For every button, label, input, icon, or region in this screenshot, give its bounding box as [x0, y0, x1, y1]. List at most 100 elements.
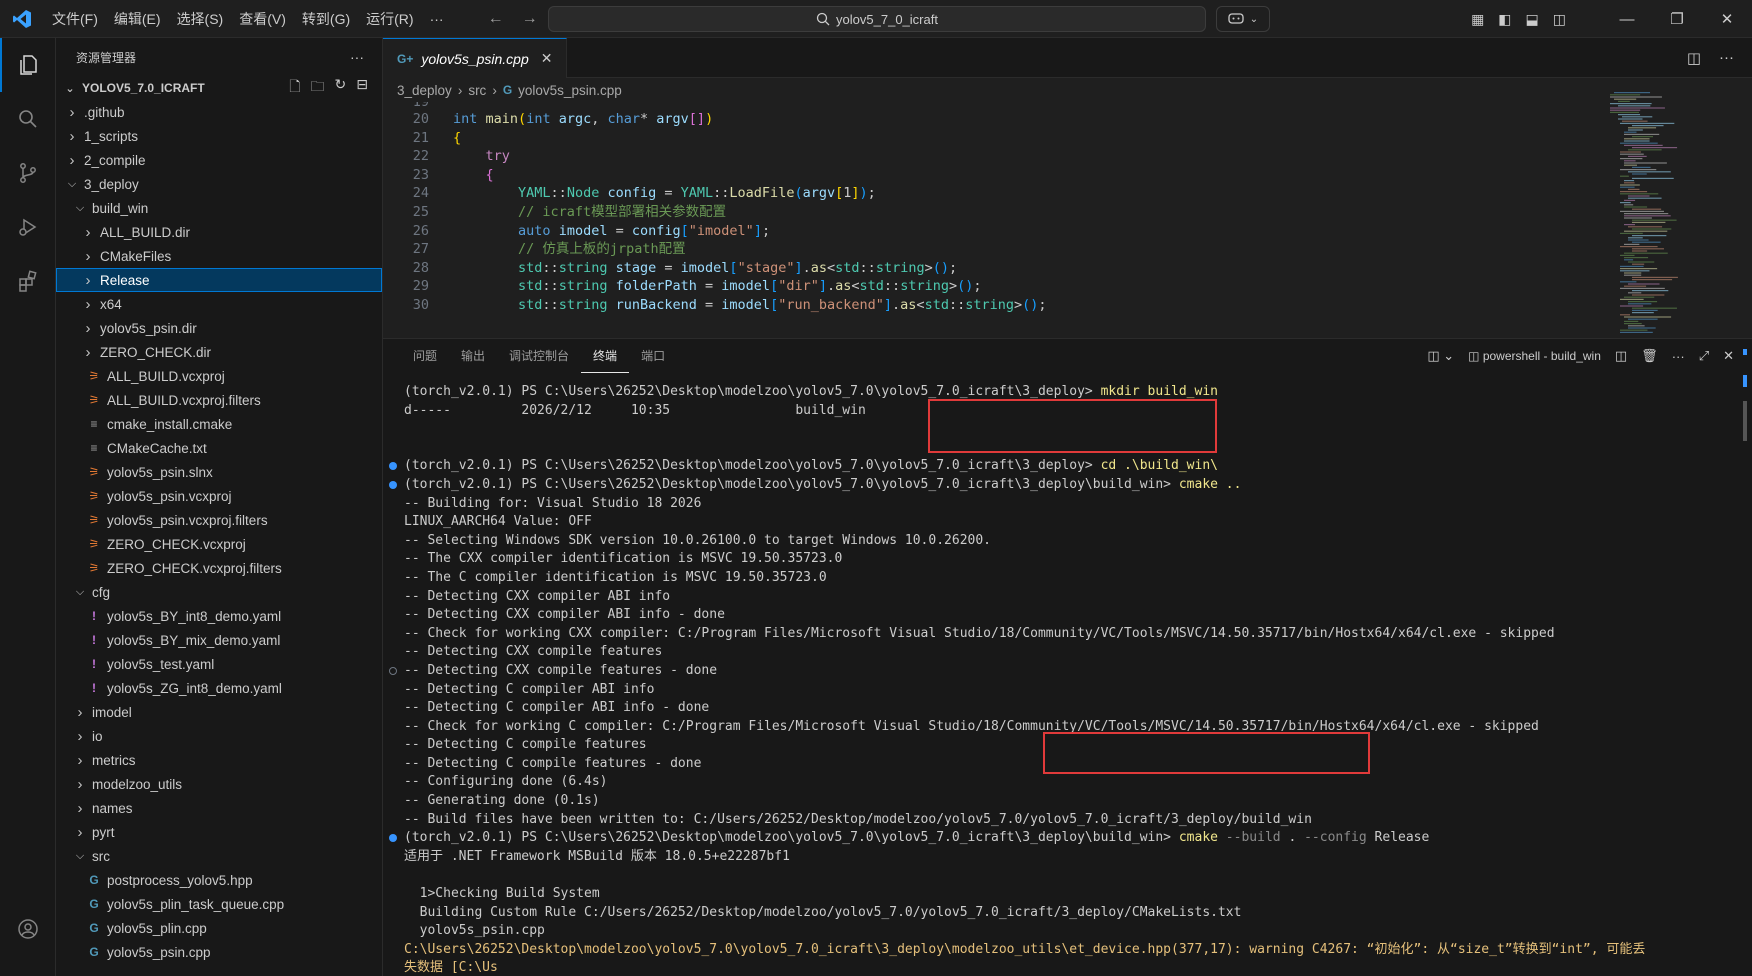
refresh-icon[interactable]: ↻ [335, 76, 347, 100]
tree-folder[interactable]: › ZERO_CHECK.dir [56, 340, 382, 364]
breadcrumb-item[interactable]: 3_deploy [397, 83, 452, 98]
menu-item[interactable]: 查看(V) [231, 7, 294, 31]
panel-tab[interactable]: 端口 [629, 339, 677, 373]
tree-folder[interactable]: › yolov5s_psin.dir [56, 316, 382, 340]
menu-item[interactable]: 运行(R) [358, 7, 421, 31]
editor-tab-active[interactable]: G+ yolov5s_psin.cpp ✕ [383, 38, 568, 78]
tree-folder[interactable]: › ALL_BUILD.dir [56, 220, 382, 244]
tree-folder[interactable]: › Release [56, 268, 382, 292]
command-success-icon[interactable] [389, 834, 397, 843]
tree-file[interactable]: Gyolov5s_psin.cpp [56, 940, 382, 964]
code-view[interactable]: 19 20 int main(int argc, char* argv[]) 21… [383, 102, 1598, 338]
tree-folder[interactable]: › CMakeFiles [56, 244, 382, 268]
minimap-line [1628, 197, 1662, 199]
close-icon[interactable]: ✕ [541, 50, 553, 67]
workspace-section-header[interactable]: ⌄ YOLOV5_7.0_ICRAFT 🗋 🗀 ↻ ⊟ [56, 76, 382, 100]
kill-terminal-icon[interactable]: 🗑 [1641, 348, 1658, 364]
tree-file[interactable]: ⚞ ALL_BUILD.vcxproj.filters [56, 388, 382, 412]
terminal[interactable]: (torch_v2.0.1) PS C:\Users\26252\Desktop… [383, 383, 1733, 976]
minimap-line [1628, 149, 1662, 151]
panel-tab[interactable]: 输出 [449, 339, 497, 373]
minimap-line [1620, 175, 1629, 177]
menu-item[interactable]: 文件(F) [44, 7, 106, 31]
tree-file[interactable]: ⚞ ALL_BUILD.vcxproj [56, 364, 382, 388]
tree-folder[interactable]: ⌵ 3_deploy [56, 172, 382, 196]
tree-folder[interactable]: › names [56, 796, 382, 820]
tree-file[interactable]: ⚞ ZERO_CHECK.vcxproj [56, 532, 382, 556]
terminal-line: -- The C compiler identification is MSVC… [383, 569, 1733, 588]
tree-file[interactable]: ! yolov5s_BY_int8_demo.yaml [56, 604, 382, 628]
tree-folder[interactable]: › pyrt [56, 820, 382, 844]
toggle-sidebar-icon[interactable]: ◧ [1498, 11, 1511, 28]
split-icon[interactable]: ◫ [1615, 348, 1627, 364]
tree-folder[interactable]: › imodel [56, 700, 382, 724]
minimap[interactable] [1610, 92, 1740, 338]
tree-file[interactable]: ⚞ yolov5s_psin.vcxproj [56, 484, 382, 508]
search-view-icon[interactable] [0, 92, 56, 146]
new-file-icon[interactable]: 🗋 [289, 76, 300, 100]
toggle-secondary-sidebar-icon[interactable]: ◫ [1553, 11, 1566, 28]
back-arrow-icon[interactable]: ← [488, 10, 504, 28]
tree-file[interactable]: Gpostprocess_yolov5.hpp [56, 868, 382, 892]
tree-folder[interactable]: › x64 [56, 292, 382, 316]
tree-file[interactable]: ! yolov5s_BY_mix_demo.yaml [56, 628, 382, 652]
maximize-panel-icon[interactable]: ⤢ [1699, 348, 1709, 364]
new-folder-icon[interactable]: 🗀 [311, 76, 325, 100]
tree-file[interactable]: Gyolov5s_plin_task_queue.cpp [56, 892, 382, 916]
explorer-icon[interactable] [0, 38, 56, 92]
minimap-line [1620, 186, 1635, 188]
forward-arrow-icon[interactable]: → [522, 10, 538, 28]
panel-tab[interactable]: 终端 [581, 339, 630, 373]
tree-file[interactable]: ! yolov5s_ZG_int8_demo.yaml [56, 676, 382, 700]
tree-file[interactable]: ⚞ yolov5s_psin.vcxproj.filters [56, 508, 382, 532]
more-actions-icon[interactable]: ··· [1719, 49, 1734, 66]
toggle-panel-icon[interactable]: ⬓ [1526, 11, 1539, 28]
tree-folder[interactable]: ⌵ src [56, 844, 382, 868]
tree-file[interactable]: ≡ CMakeCache.txt [56, 436, 382, 460]
tree-folder[interactable]: › modelzoo_utils [56, 772, 382, 796]
terminal-scrollbar[interactable] [1738, 349, 1752, 933]
line-number: 27 [412, 241, 429, 258]
tree-file[interactable]: ! yolov5s_test.yaml [56, 652, 382, 676]
menu-item[interactable]: 转到(G) [294, 7, 358, 31]
extensions-icon[interactable] [0, 254, 56, 308]
copilot-button[interactable]: ⌄ [1216, 6, 1270, 32]
split-terminal-icon[interactable]: ◫ ⌄ [1427, 348, 1454, 364]
tree-file[interactable]: ⚞ ZERO_CHECK.vcxproj.filters [56, 556, 382, 580]
restore-button[interactable]: ❐ [1652, 0, 1702, 38]
minimize-button[interactable]: — [1602, 0, 1652, 38]
tree-folder[interactable]: › io [56, 724, 382, 748]
tree-file[interactable]: Gyolov5s_plin.cpp [56, 916, 382, 940]
tree-folder[interactable]: ⌵ cfg [56, 580, 382, 604]
breadcrumb-item[interactable]: yolov5s_psin.cpp [518, 83, 622, 98]
terminal-instance[interactable]: ◫ powershell - build_win [1468, 349, 1601, 363]
run-debug-icon[interactable] [0, 200, 56, 254]
menu-item[interactable]: ··· [422, 7, 452, 31]
tree-folder[interactable]: › 2_compile [56, 148, 382, 172]
tree-item-label: Release [100, 272, 150, 288]
breadcrumb-item[interactable]: src [468, 83, 486, 98]
tree-file[interactable]: ≡ cmake_install.cmake [56, 412, 382, 436]
customize-layout-icon[interactable]: ▦ [1471, 11, 1484, 28]
tree-folder[interactable]: ⌵ build_win [56, 196, 382, 220]
split-editor-icon[interactable]: ◫ [1687, 49, 1701, 67]
close-panel-icon[interactable]: ✕ [1723, 348, 1734, 364]
command-success-icon[interactable] [389, 462, 397, 471]
tree-folder[interactable]: › metrics [56, 748, 382, 772]
more-actions-icon[interactable]: ··· [1672, 349, 1685, 364]
menu-item[interactable]: 编辑(E) [106, 7, 169, 31]
accounts-icon[interactable] [0, 902, 56, 956]
more-actions-icon[interactable]: ··· [350, 49, 364, 65]
menu-item[interactable]: 选择(S) [169, 7, 232, 31]
highlight-box-cd [928, 399, 1217, 453]
panel-tab[interactable]: 调试控制台 [497, 339, 581, 373]
command-center-search[interactable]: yolov5_7_0_icraft [548, 6, 1206, 32]
tree-file[interactable]: ⚞ yolov5s_psin.slnx [56, 460, 382, 484]
close-window-button[interactable]: ✕ [1702, 0, 1752, 38]
collapse-all-icon[interactable]: ⊟ [356, 76, 368, 100]
panel-tab[interactable]: 问题 [401, 339, 449, 373]
tree-folder[interactable]: › .github [56, 100, 382, 124]
tree-folder[interactable]: › 1_scripts [56, 124, 382, 148]
command-success-icon[interactable] [389, 480, 397, 489]
source-control-icon[interactable] [0, 146, 56, 200]
